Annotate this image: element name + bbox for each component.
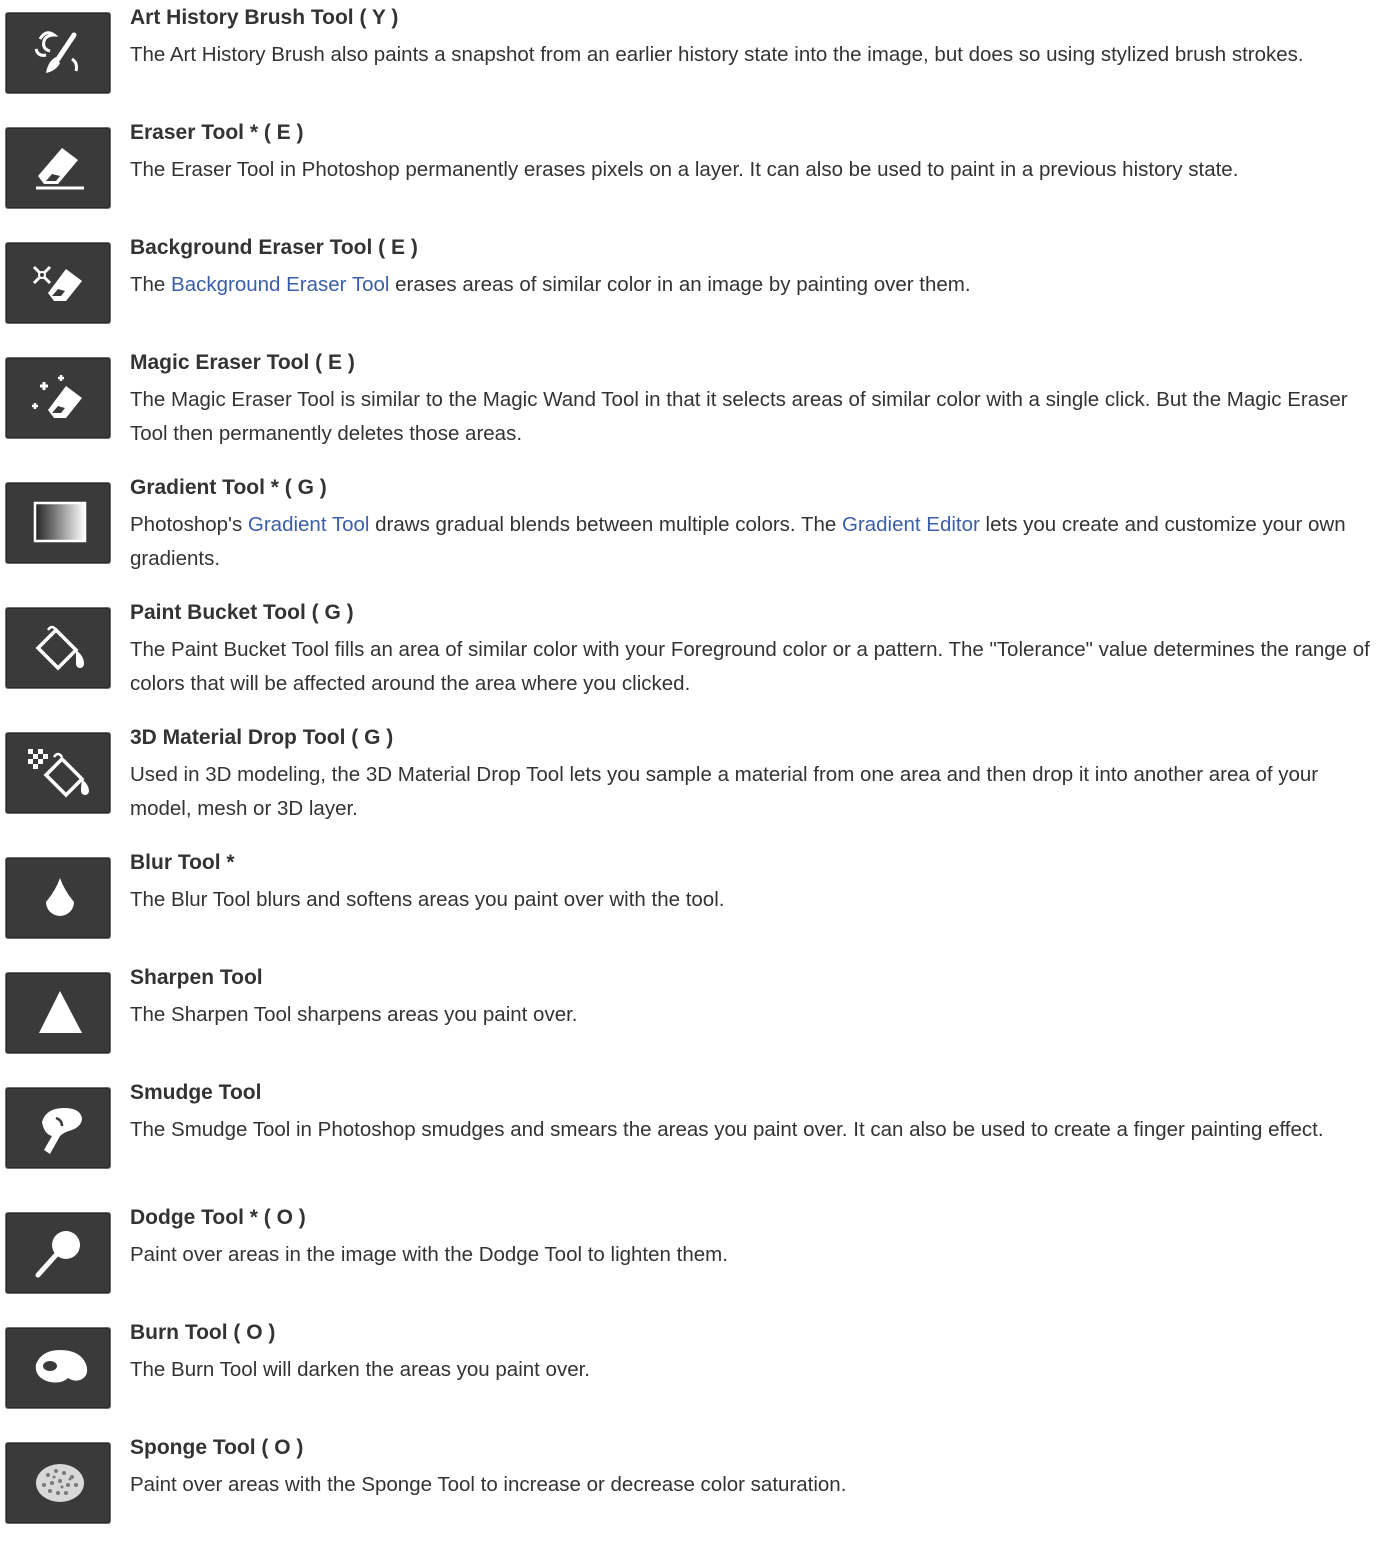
- paint-bucket-icon: [5, 607, 111, 689]
- eraser-icon: [5, 127, 111, 209]
- gradient-icon: [5, 482, 111, 564]
- tool-row-art-history-brush: Art History Brush Tool ( Y ) The Art His…: [0, 0, 1384, 120]
- tool-row-3d-material-drop: 3D Material Drop Tool ( G ) Used in 3D m…: [0, 720, 1384, 840]
- tool-title: Paint Bucket Tool ( G ): [130, 601, 354, 624]
- background-eraser-icon: [5, 242, 111, 324]
- tool-title: Blur Tool *: [130, 851, 235, 874]
- tool-row-eraser: Eraser Tool * ( E ) The Eraser Tool in P…: [0, 115, 1384, 235]
- tool-row-dodge: Dodge Tool * ( O ) Paint over areas in t…: [0, 1200, 1384, 1320]
- blur-drop-icon: [5, 857, 111, 939]
- tool-description: The Paint Bucket Tool fills an area of s…: [130, 638, 1370, 695]
- tool-description: The Smudge Tool in Photoshop smudges and…: [130, 1118, 1324, 1141]
- dodge-icon: [5, 1212, 111, 1294]
- tool-description: The Magic Eraser Tool is similar to the …: [130, 388, 1348, 445]
- tool-title: Art History Brush Tool ( Y ): [130, 6, 399, 29]
- tool-description: Used in 3D modeling, the 3D Material Dro…: [130, 763, 1319, 820]
- tool-description: Paint over areas with the Sponge Tool to…: [130, 1473, 847, 1496]
- tool-title: Sponge Tool ( O ): [130, 1436, 304, 1459]
- tool-title: Background Eraser Tool ( E ): [130, 236, 418, 259]
- tool-row-paint-bucket: Paint Bucket Tool ( G ) The Paint Bucket…: [0, 595, 1384, 715]
- gradient-editor-link[interactable]: Gradient Editor: [842, 513, 980, 536]
- background-eraser-link[interactable]: Background Eraser Tool: [171, 273, 389, 296]
- material-drop-icon: [5, 732, 111, 814]
- tool-title: Smudge Tool: [130, 1081, 262, 1104]
- burn-hand-icon: [5, 1327, 111, 1409]
- tool-description: The Art History Brush also paints a snap…: [130, 43, 1304, 66]
- tool-description: Photoshop's Gradient Tool draws gradual …: [130, 513, 1346, 570]
- tool-row-sponge: Sponge Tool ( O ) Paint over areas with …: [0, 1430, 1384, 1550]
- art-history-brush-icon: [5, 12, 111, 94]
- tool-row-burn: Burn Tool ( O ) The Burn Tool will darke…: [0, 1315, 1384, 1435]
- tool-title: Magic Eraser Tool ( E ): [130, 351, 355, 374]
- tool-title: Dodge Tool * ( O ): [130, 1206, 306, 1229]
- tool-row-blur: Blur Tool * The Blur Tool blurs and soft…: [0, 845, 1384, 965]
- sharpen-triangle-icon: [5, 972, 111, 1054]
- gradient-tool-link[interactable]: Gradient Tool: [248, 513, 370, 536]
- tool-title: Sharpen Tool: [130, 966, 263, 989]
- tool-title: Burn Tool ( O ): [130, 1321, 276, 1344]
- tool-row-magic-eraser: Magic Eraser Tool ( E ) The Magic Eraser…: [0, 345, 1384, 465]
- tool-title: Eraser Tool * ( E ): [130, 121, 304, 144]
- tool-description: The Eraser Tool in Photoshop permanently…: [130, 158, 1239, 181]
- tool-description: The Background Eraser Tool erases areas …: [130, 273, 971, 296]
- tool-row-smudge: Smudge Tool The Smudge Tool in Photoshop…: [0, 1075, 1384, 1195]
- tool-row-gradient: Gradient Tool * ( G ) Photoshop's Gradie…: [0, 470, 1384, 590]
- tool-description: The Burn Tool will darken the areas you …: [130, 1358, 590, 1381]
- sponge-icon: [5, 1442, 111, 1524]
- tool-row-sharpen: Sharpen Tool The Sharpen Tool sharpens a…: [0, 960, 1384, 1080]
- tool-description: The Blur Tool blurs and softens areas yo…: [130, 888, 725, 911]
- magic-eraser-icon: [5, 357, 111, 439]
- tool-title: 3D Material Drop Tool ( G ): [130, 726, 394, 749]
- smudge-finger-icon: [5, 1087, 111, 1169]
- tool-description: The Sharpen Tool sharpens areas you pain…: [130, 1003, 578, 1026]
- tool-title: Gradient Tool * ( G ): [130, 476, 327, 499]
- tool-description: Paint over areas in the image with the D…: [130, 1243, 728, 1266]
- tool-row-background-eraser: Background Eraser Tool ( E ) The Backgro…: [0, 230, 1384, 350]
